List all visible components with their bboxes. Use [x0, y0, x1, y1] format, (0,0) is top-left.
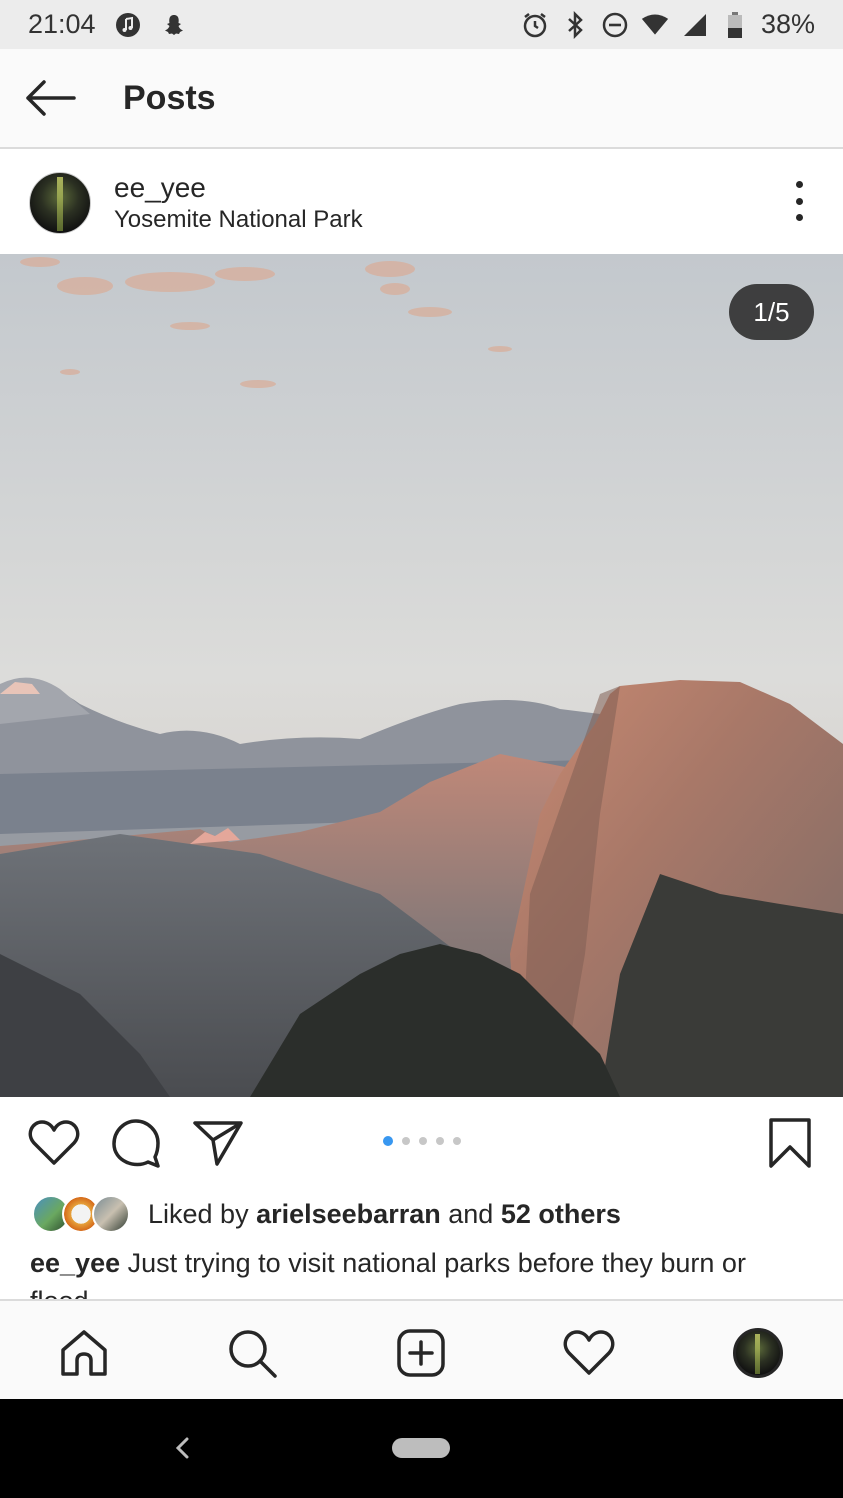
carousel-dot: [419, 1137, 427, 1145]
likes-prefix: Liked by: [148, 1198, 249, 1229]
more-options-icon[interactable]: [791, 181, 807, 221]
alarm-icon: [521, 11, 549, 39]
status-time: 21:04: [28, 9, 96, 39]
likes-user[interactable]: arielseebarran: [256, 1199, 441, 1230]
caption-text: Just trying to visit national parks befo…: [30, 1248, 746, 1300]
nav-profile[interactable]: [730, 1325, 786, 1381]
system-back-button[interactable]: [170, 1433, 194, 1463]
battery-percent: 38%: [760, 9, 815, 39]
save-button[interactable]: [764, 1117, 816, 1169]
back-icon: [175, 1437, 189, 1459]
post-caption: ee_yee Just trying to visit national par…: [30, 1244, 810, 1300]
post-image[interactable]: 1/5: [0, 254, 843, 1097]
nav-home[interactable]: [56, 1325, 112, 1381]
cell-signal-icon: [681, 11, 709, 39]
wifi-icon: [641, 11, 669, 39]
nav-new-post[interactable]: [393, 1325, 449, 1381]
system-nav-bar: [0, 1399, 843, 1498]
search-icon: [229, 1330, 277, 1378]
carousel-indicator: [383, 1136, 461, 1146]
carousel-dot: [402, 1137, 410, 1145]
home-pill[interactable]: [392, 1438, 450, 1458]
likes-summary[interactable]: Liked by arielseebarran and 52 others: [32, 1193, 621, 1235]
comment-icon: [112, 1119, 160, 1168]
do-not-disturb-icon: [601, 11, 629, 39]
likes-conjunction: and: [448, 1198, 494, 1229]
battery-icon: [721, 11, 749, 39]
user-avatar[interactable]: [29, 171, 91, 234]
bluetooth-icon: [561, 10, 589, 39]
new-post-icon: [397, 1329, 445, 1377]
back-button[interactable]: [0, 48, 100, 148]
nav-search[interactable]: [224, 1325, 280, 1381]
likes-others[interactable]: 52 others: [501, 1199, 621, 1230]
post-header: ee_yee Yosemite National Park: [0, 151, 843, 254]
caption-username[interactable]: ee_yee: [30, 1248, 120, 1278]
comment-button[interactable]: [110, 1117, 162, 1169]
activity-icon: [563, 1330, 615, 1375]
nav-activity[interactable]: [561, 1325, 617, 1381]
image-counter-badge: 1/5: [729, 284, 814, 340]
liker-avatar: [92, 1195, 130, 1233]
bookmark-icon: [769, 1118, 811, 1168]
post-location[interactable]: Yosemite National Park: [114, 206, 363, 234]
like-button[interactable]: [28, 1117, 80, 1169]
home-icon: [61, 1330, 107, 1376]
liker-avatars: [32, 1195, 130, 1233]
page-title: Posts: [123, 78, 216, 117]
share-button[interactable]: [192, 1117, 244, 1169]
post-meta: ee_yee Yosemite National Park: [114, 172, 363, 234]
bottom-nav: [0, 1299, 843, 1399]
back-arrow-icon: [26, 80, 76, 116]
post-actions: [0, 1097, 843, 1189]
profile-avatar: [733, 1328, 783, 1378]
carousel-dot: [453, 1137, 461, 1145]
post-username[interactable]: ee_yee: [114, 172, 363, 204]
snapchat-icon: [160, 11, 188, 39]
carousel-dot-active: [383, 1136, 393, 1146]
music-icon: [114, 11, 142, 39]
heart-icon: [28, 1120, 80, 1165]
share-icon: [193, 1121, 243, 1166]
status-bar: 21:04 38%: [0, 0, 843, 49]
carousel-dot: [436, 1137, 444, 1145]
app-header: Posts: [0, 49, 843, 149]
